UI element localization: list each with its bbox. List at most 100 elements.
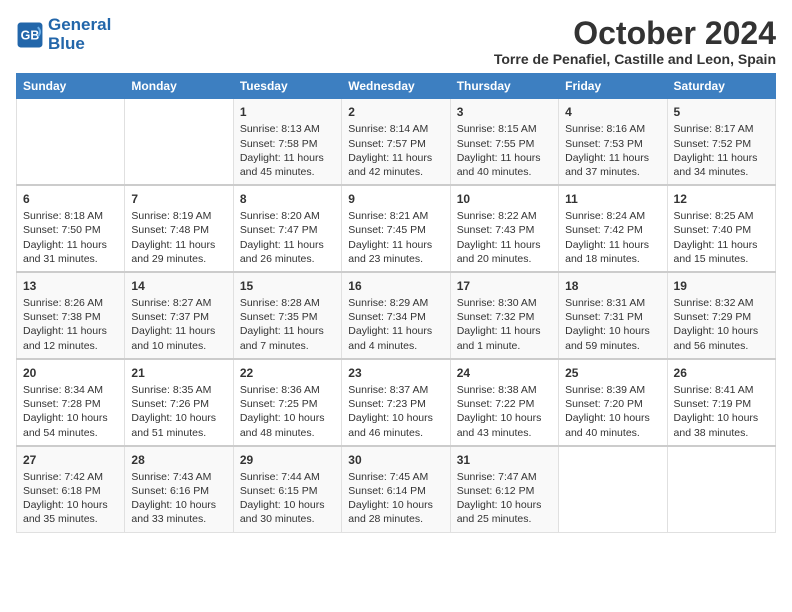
cell-2-1: 6 Sunrise: 8:18 AM Sunset: 7:50 PM Dayli… — [17, 185, 125, 272]
calendar-table: SundayMondayTuesdayWednesdayThursdayFrid… — [16, 73, 776, 532]
daylight-text: Daylight: 11 hours and 23 minutes. — [348, 239, 432, 265]
daylight-text: Daylight: 10 hours and 46 minutes. — [348, 412, 433, 438]
cell-5-4: 30 Sunrise: 7:45 AM Sunset: 6:14 PM Dayl… — [342, 446, 450, 532]
sunrise-text: Sunrise: 8:31 AM — [565, 297, 645, 309]
col-header-tuesday: Tuesday — [233, 74, 341, 99]
sunset-text: Sunset: 7:40 PM — [674, 224, 752, 236]
cell-5-7 — [667, 446, 775, 532]
sunrise-text: Sunrise: 8:29 AM — [348, 297, 428, 309]
day-number: 5 — [674, 104, 769, 120]
cell-1-2 — [125, 99, 233, 185]
sunset-text: Sunset: 7:31 PM — [565, 311, 643, 323]
sunrise-text: Sunrise: 8:13 AM — [240, 123, 320, 135]
cell-2-3: 8 Sunrise: 8:20 AM Sunset: 7:47 PM Dayli… — [233, 185, 341, 272]
sunset-text: Sunset: 7:58 PM — [240, 138, 318, 150]
daylight-text: Daylight: 11 hours and 10 minutes. — [131, 325, 215, 351]
sunrise-text: Sunrise: 8:21 AM — [348, 210, 428, 222]
sunrise-text: Sunrise: 7:42 AM — [23, 471, 103, 483]
logo-blue: Blue — [48, 35, 111, 54]
cell-4-6: 25 Sunrise: 8:39 AM Sunset: 7:20 PM Dayl… — [559, 359, 667, 446]
sunrise-text: Sunrise: 8:17 AM — [674, 123, 754, 135]
sunset-text: Sunset: 7:45 PM — [348, 224, 426, 236]
sunset-text: Sunset: 7:47 PM — [240, 224, 318, 236]
logo: GB General Blue — [16, 16, 111, 53]
sunrise-text: Sunrise: 8:20 AM — [240, 210, 320, 222]
daylight-text: Daylight: 10 hours and 59 minutes. — [565, 325, 650, 351]
sunrise-text: Sunrise: 8:18 AM — [23, 210, 103, 222]
sunrise-text: Sunrise: 7:45 AM — [348, 471, 428, 483]
cell-1-7: 5 Sunrise: 8:17 AM Sunset: 7:52 PM Dayli… — [667, 99, 775, 185]
day-number: 30 — [348, 452, 443, 468]
sunrise-text: Sunrise: 8:25 AM — [674, 210, 754, 222]
sunset-text: Sunset: 7:55 PM — [457, 138, 535, 150]
daylight-text: Daylight: 10 hours and 54 minutes. — [23, 412, 108, 438]
col-header-monday: Monday — [125, 74, 233, 99]
daylight-text: Daylight: 10 hours and 28 minutes. — [348, 499, 433, 525]
daylight-text: Daylight: 10 hours and 38 minutes. — [674, 412, 759, 438]
cell-4-7: 26 Sunrise: 8:41 AM Sunset: 7:19 PM Dayl… — [667, 359, 775, 446]
daylight-text: Daylight: 11 hours and 31 minutes. — [23, 239, 107, 265]
week-row-5: 27 Sunrise: 7:42 AM Sunset: 6:18 PM Dayl… — [17, 446, 776, 532]
daylight-text: Daylight: 11 hours and 18 minutes. — [565, 239, 649, 265]
logo-general: General — [48, 15, 111, 34]
daylight-text: Daylight: 11 hours and 20 minutes. — [457, 239, 541, 265]
sunrise-text: Sunrise: 8:22 AM — [457, 210, 537, 222]
cell-2-7: 12 Sunrise: 8:25 AM Sunset: 7:40 PM Dayl… — [667, 185, 775, 272]
sunrise-text: Sunrise: 7:43 AM — [131, 471, 211, 483]
cell-2-5: 10 Sunrise: 8:22 AM Sunset: 7:43 PM Dayl… — [450, 185, 558, 272]
sunrise-text: Sunrise: 8:37 AM — [348, 384, 428, 396]
col-header-saturday: Saturday — [667, 74, 775, 99]
sunset-text: Sunset: 7:50 PM — [23, 224, 101, 236]
sunset-text: Sunset: 7:26 PM — [131, 398, 209, 410]
col-header-wednesday: Wednesday — [342, 74, 450, 99]
daylight-text: Daylight: 10 hours and 56 minutes. — [674, 325, 759, 351]
sunrise-text: Sunrise: 8:16 AM — [565, 123, 645, 135]
daylight-text: Daylight: 11 hours and 12 minutes. — [23, 325, 107, 351]
cell-1-6: 4 Sunrise: 8:16 AM Sunset: 7:53 PM Dayli… — [559, 99, 667, 185]
daylight-text: Daylight: 11 hours and 7 minutes. — [240, 325, 324, 351]
cell-5-3: 29 Sunrise: 7:44 AM Sunset: 6:15 PM Dayl… — [233, 446, 341, 532]
sunrise-text: Sunrise: 8:38 AM — [457, 384, 537, 396]
cell-2-4: 9 Sunrise: 8:21 AM Sunset: 7:45 PM Dayli… — [342, 185, 450, 272]
cell-5-6 — [559, 446, 667, 532]
header-row: SundayMondayTuesdayWednesdayThursdayFrid… — [17, 74, 776, 99]
day-number: 24 — [457, 365, 552, 381]
day-number: 7 — [131, 191, 226, 207]
cell-3-5: 17 Sunrise: 8:30 AM Sunset: 7:32 PM Dayl… — [450, 272, 558, 359]
logo-icon: GB — [16, 21, 44, 49]
sunset-text: Sunset: 7:37 PM — [131, 311, 209, 323]
day-number: 10 — [457, 191, 552, 207]
cell-2-6: 11 Sunrise: 8:24 AM Sunset: 7:42 PM Dayl… — [559, 185, 667, 272]
daylight-text: Daylight: 10 hours and 30 minutes. — [240, 499, 325, 525]
sunrise-text: Sunrise: 7:44 AM — [240, 471, 320, 483]
day-number: 18 — [565, 278, 660, 294]
sunset-text: Sunset: 6:16 PM — [131, 485, 209, 497]
daylight-text: Daylight: 10 hours and 35 minutes. — [23, 499, 108, 525]
sunset-text: Sunset: 7:35 PM — [240, 311, 318, 323]
daylight-text: Daylight: 11 hours and 37 minutes. — [565, 152, 649, 178]
day-number: 25 — [565, 365, 660, 381]
daylight-text: Daylight: 11 hours and 42 minutes. — [348, 152, 432, 178]
sunset-text: Sunset: 7:42 PM — [565, 224, 643, 236]
sunrise-text: Sunrise: 8:28 AM — [240, 297, 320, 309]
sunset-text: Sunset: 7:34 PM — [348, 311, 426, 323]
sunset-text: Sunset: 7:19 PM — [674, 398, 752, 410]
day-number: 26 — [674, 365, 769, 381]
sunset-text: Sunset: 7:32 PM — [457, 311, 535, 323]
day-number: 17 — [457, 278, 552, 294]
sunset-text: Sunset: 7:43 PM — [457, 224, 535, 236]
cell-1-4: 2 Sunrise: 8:14 AM Sunset: 7:57 PM Dayli… — [342, 99, 450, 185]
daylight-text: Daylight: 11 hours and 15 minutes. — [674, 239, 758, 265]
day-number: 8 — [240, 191, 335, 207]
sunset-text: Sunset: 7:28 PM — [23, 398, 101, 410]
title-block: October 2024 Torre de Penafiel, Castille… — [494, 16, 776, 67]
day-number: 20 — [23, 365, 118, 381]
daylight-text: Daylight: 10 hours and 43 minutes. — [457, 412, 542, 438]
sunset-text: Sunset: 7:57 PM — [348, 138, 426, 150]
cell-3-4: 16 Sunrise: 8:29 AM Sunset: 7:34 PM Dayl… — [342, 272, 450, 359]
sunrise-text: Sunrise: 8:27 AM — [131, 297, 211, 309]
day-number: 15 — [240, 278, 335, 294]
sunset-text: Sunset: 7:38 PM — [23, 311, 101, 323]
week-row-2: 6 Sunrise: 8:18 AM Sunset: 7:50 PM Dayli… — [17, 185, 776, 272]
cell-1-3: 1 Sunrise: 8:13 AM Sunset: 7:58 PM Dayli… — [233, 99, 341, 185]
